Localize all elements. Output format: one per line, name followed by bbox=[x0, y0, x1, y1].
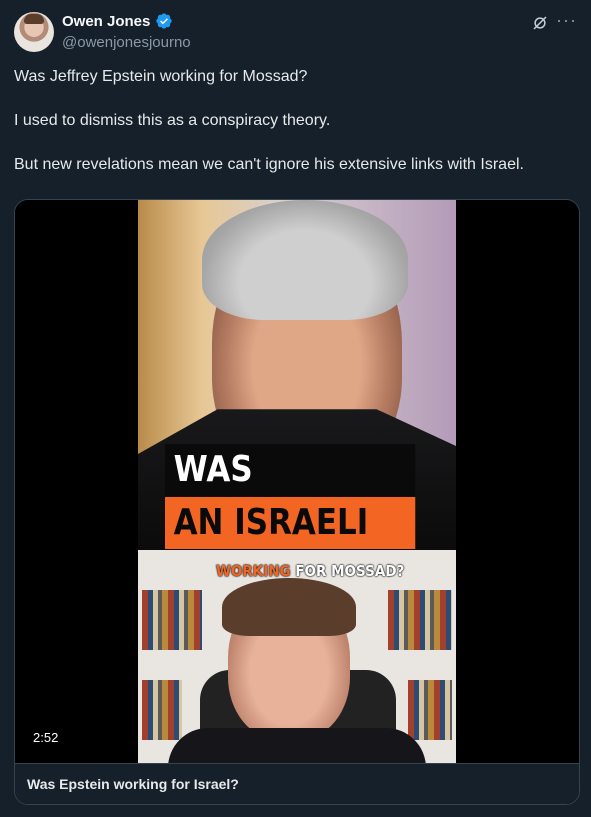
books bbox=[388, 590, 452, 650]
tweet-header: Owen Jones @owenjonesjourno ··· bbox=[14, 10, 577, 54]
video-overlay-title-line1: WAS EPSTEIN bbox=[165, 444, 416, 542]
presenter-shirt bbox=[168, 728, 426, 763]
grok-icon[interactable] bbox=[531, 14, 549, 32]
card-title[interactable]: Was Epstein working for Israel? bbox=[27, 776, 239, 792]
author-name[interactable]: Owen Jones bbox=[62, 13, 150, 30]
card-footer[interactable]: Was Epstein working for Israel? bbox=[15, 763, 579, 804]
author-name-row: Owen Jones bbox=[62, 12, 173, 30]
video-duration: 2:52 bbox=[27, 728, 65, 747]
more-icon[interactable]: ··· bbox=[556, 10, 577, 31]
caption-highlight: WORKING bbox=[216, 562, 291, 580]
video-card[interactable]: WAS EPSTEIN AN ISRAELI SPY? WORKING FOR … bbox=[14, 199, 580, 805]
video-frame: WAS EPSTEIN AN ISRAELI SPY? WORKING FOR … bbox=[138, 200, 456, 763]
avatar[interactable] bbox=[14, 12, 54, 52]
author-handle[interactable]: @owenjonesjourno bbox=[62, 34, 191, 51]
hair-shape bbox=[202, 200, 408, 320]
tweet-paragraph: Was Jeffrey Epstein working for Mossad? bbox=[14, 68, 308, 85]
presenter-hair bbox=[222, 578, 356, 636]
books bbox=[142, 590, 202, 650]
presenter-photo bbox=[138, 550, 456, 763]
tweet-text: Was Jeffrey Epstein working for Mossad? … bbox=[14, 66, 579, 198]
books bbox=[142, 680, 182, 740]
video-overlay-title-line2: AN ISRAELI SPY? bbox=[165, 497, 416, 595]
video-caption: WORKING FOR MOSSAD? bbox=[216, 562, 404, 580]
verified-badge-icon[interactable] bbox=[155, 12, 173, 30]
video-player[interactable]: WAS EPSTEIN AN ISRAELI SPY? WORKING FOR … bbox=[15, 200, 579, 763]
tweet-paragraph: I used to dismiss this as a conspiracy t… bbox=[14, 112, 331, 129]
tweet-paragraph: But new revelations mean we can't ignore… bbox=[14, 156, 524, 173]
caption-rest: FOR MOSSAD? bbox=[290, 562, 405, 580]
books bbox=[408, 680, 452, 740]
